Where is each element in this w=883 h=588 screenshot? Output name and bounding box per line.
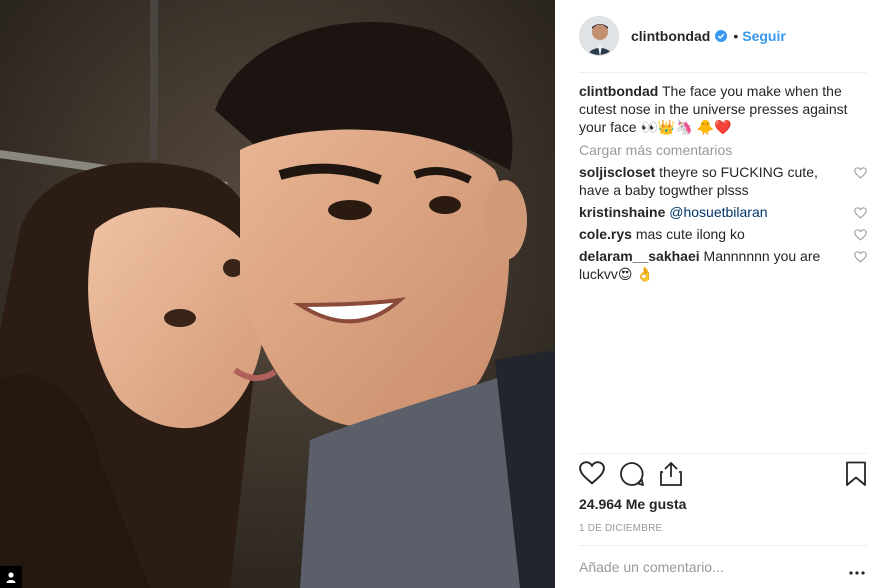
comment-item: delaram__sakhaei Mannnnnn you are luckvv…: [579, 247, 867, 283]
follow-button[interactable]: Seguir: [742, 28, 786, 44]
share-icon[interactable]: [659, 461, 683, 490]
post-date[interactable]: 1 DE DICIEMBRE: [579, 523, 662, 534]
action-bar: [579, 461, 867, 491]
verified-badge-icon: [715, 30, 728, 42]
post-details-panel: clintbondad • Seguir clintbondad The fac…: [555, 0, 883, 588]
comment-item: kristinshaine @hosuetbilaran: [579, 203, 867, 221]
more-options-icon[interactable]: [849, 562, 865, 578]
caption-username[interactable]: clintbondad: [579, 83, 658, 99]
comment-heart-icon[interactable]: [854, 249, 867, 267]
comment-text: mas cute ilong ko: [635, 226, 745, 242]
comment-bubble-icon[interactable]: [619, 461, 645, 490]
post-photo[interactable]: [0, 0, 555, 588]
instagram-post: clintbondad • Seguir clintbondad The fac…: [0, 0, 883, 588]
separator-dot: •: [733, 28, 739, 44]
username[interactable]: clintbondad: [631, 28, 710, 44]
comment-username[interactable]: soljiscloset: [579, 164, 655, 180]
user-tag-icon[interactable]: [0, 566, 22, 588]
add-comment-input[interactable]: [579, 559, 829, 575]
comment-item: cole.rys mas cute ilong ko: [579, 225, 867, 243]
comments-list: clintbondad The face you make when the c…: [579, 82, 867, 283]
comment-item: soljiscloset theyre so FUCKING cute, hav…: [579, 163, 867, 199]
comment-mention-link[interactable]: @hosuetbilaran: [669, 204, 767, 220]
selfie-photo: [0, 0, 555, 588]
bookmark-icon[interactable]: [845, 461, 867, 490]
divider: [579, 72, 867, 73]
comment-username[interactable]: cole.rys: [579, 226, 632, 242]
post-header: clintbondad • Seguir: [579, 15, 867, 57]
comment-username[interactable]: delaram__sakhaei: [579, 248, 700, 264]
likes-count[interactable]: 24.964 Me gusta: [579, 496, 686, 512]
avatar[interactable]: [579, 16, 619, 56]
load-more-comments-button[interactable]: Cargar más comentarios: [579, 141, 867, 159]
comment-heart-icon[interactable]: [854, 227, 867, 245]
comment-heart-icon[interactable]: [854, 165, 867, 183]
divider: [579, 545, 867, 546]
post-caption: clintbondad The face you make when the c…: [579, 82, 867, 136]
heart-icon[interactable]: [579, 461, 605, 488]
comment-username[interactable]: kristinshaine: [579, 204, 665, 220]
divider: [579, 453, 867, 454]
comment-heart-icon[interactable]: [854, 205, 867, 223]
